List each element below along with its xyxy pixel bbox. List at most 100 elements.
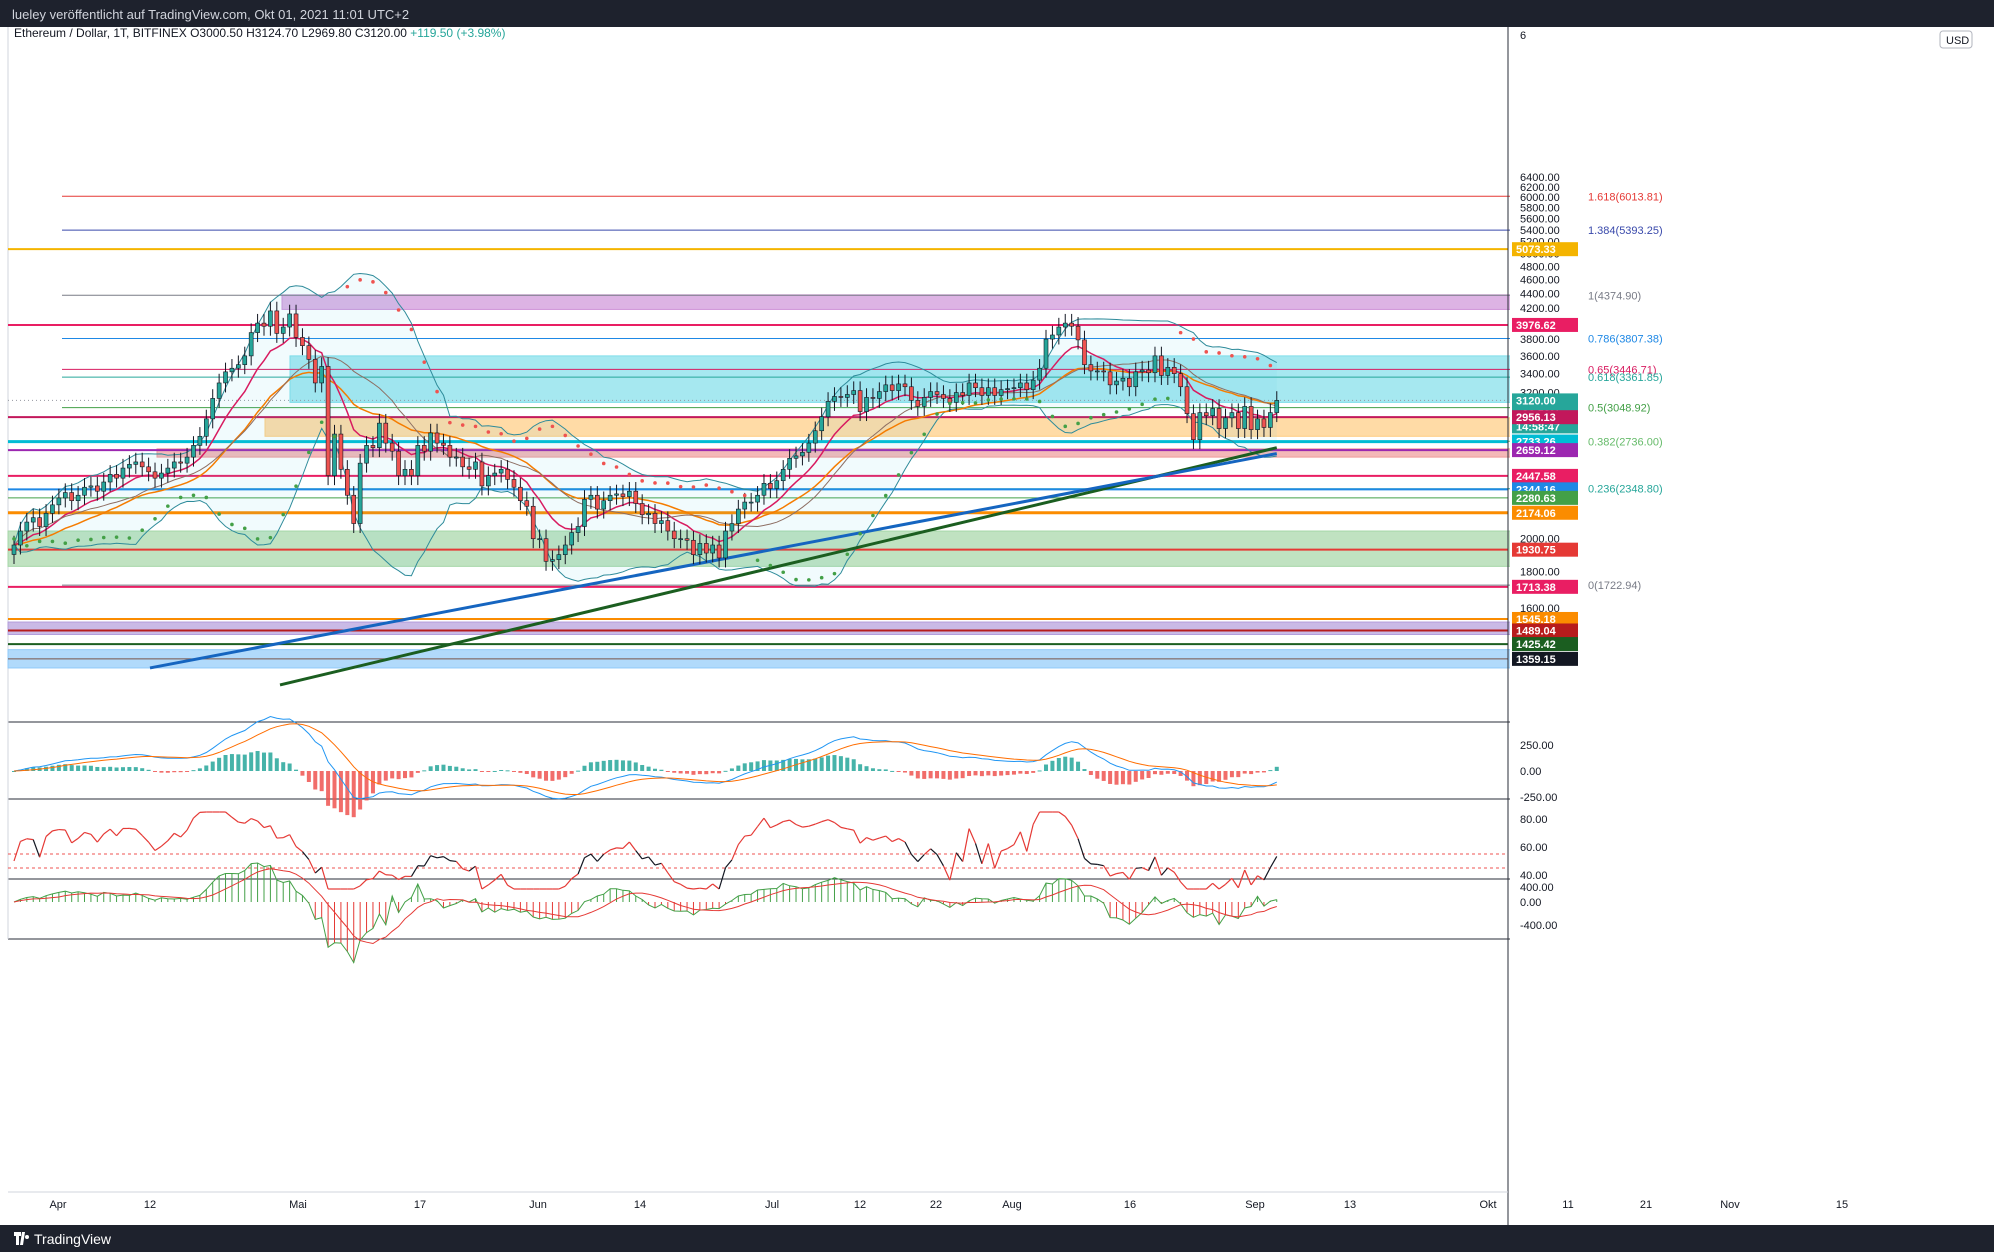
fib-label-6: 0.5(3048.92) bbox=[1588, 403, 1650, 415]
price-axis-tick: 4600.00 bbox=[1520, 275, 1560, 287]
candle-body bbox=[1056, 326, 1062, 336]
candle-body bbox=[986, 387, 991, 396]
candle-body bbox=[627, 490, 632, 497]
price-axis-tick: 5400.00 bbox=[1520, 225, 1560, 237]
rsi-segment bbox=[449, 860, 457, 863]
macd-histogram-bar bbox=[178, 771, 183, 773]
macd-histogram-bar bbox=[191, 770, 196, 772]
macd-histogram-bar bbox=[717, 771, 722, 774]
macd-histogram-bar bbox=[281, 762, 286, 771]
macd-histogram-bar bbox=[242, 754, 247, 771]
candle-body bbox=[210, 398, 216, 420]
macd-histogram-bar bbox=[1127, 771, 1132, 785]
candle-body bbox=[1011, 387, 1017, 390]
macd-histogram-bar bbox=[428, 766, 433, 771]
sar-dot bbox=[1217, 351, 1221, 355]
macd-histogram-bar bbox=[447, 765, 452, 771]
candle-body bbox=[710, 544, 715, 554]
candle-body bbox=[806, 442, 812, 453]
macd-histogram-bar bbox=[640, 764, 645, 771]
price-axis-tick: 3800.00 bbox=[1520, 334, 1560, 346]
candle bbox=[325, 357, 331, 486]
sar-dot bbox=[25, 543, 29, 548]
candle-body bbox=[1191, 413, 1196, 440]
candle-body bbox=[902, 383, 908, 388]
macd-histogram-bar bbox=[127, 767, 132, 771]
price-chart[interactable]: 6400.006200.006000.005800.005600.005400.… bbox=[0, 27, 1994, 1225]
candle-body bbox=[556, 554, 562, 560]
price-axis-tick: 3600.00 bbox=[1520, 351, 1560, 363]
macd-histogram-bar bbox=[697, 771, 702, 775]
sar-dot bbox=[1166, 396, 1170, 401]
sar-dot bbox=[473, 424, 478, 429]
macd-histogram-bar bbox=[672, 771, 677, 773]
sar-dot bbox=[1076, 421, 1080, 426]
candle-body bbox=[652, 513, 658, 524]
candle-body bbox=[95, 485, 100, 492]
sar-dot bbox=[1127, 407, 1132, 411]
sar-dot bbox=[371, 280, 375, 284]
candle-body bbox=[357, 462, 363, 524]
candle-body bbox=[832, 396, 837, 402]
macd-histogram-bar bbox=[1146, 771, 1151, 778]
sar-dot bbox=[627, 472, 632, 477]
macd-histogram-bar bbox=[114, 767, 119, 771]
candle-body bbox=[1037, 367, 1042, 381]
pane-axis-tick: 400.00 bbox=[1520, 882, 1554, 894]
sar-dot bbox=[601, 461, 606, 466]
candle-body bbox=[825, 401, 831, 418]
candle-body bbox=[1216, 408, 1222, 429]
pane-axis-tick: 0.00 bbox=[1520, 766, 1541, 778]
macd-histogram-bar bbox=[120, 767, 125, 771]
fib-label-3: 0.786(3807.38) bbox=[1588, 333, 1663, 345]
sar-dot bbox=[140, 528, 144, 533]
macd-histogram-bar bbox=[383, 771, 388, 781]
candle-body bbox=[1248, 406, 1254, 430]
candle-body bbox=[1024, 382, 1030, 390]
candle-body bbox=[255, 322, 260, 333]
macd-histogram-bar bbox=[1050, 760, 1055, 771]
macd-histogram-bar bbox=[1249, 771, 1254, 775]
macd-histogram-bar bbox=[306, 771, 311, 783]
macd-histogram-bar bbox=[973, 771, 978, 776]
candle-body bbox=[889, 384, 895, 391]
macd-histogram-bar bbox=[627, 760, 632, 771]
macd-histogram-bar bbox=[274, 758, 279, 771]
sar-dot bbox=[1255, 356, 1260, 361]
pane-axis-tick: 0.00 bbox=[1520, 897, 1541, 909]
price-tag: 2280.63 bbox=[1516, 493, 1556, 505]
sar-dot bbox=[1024, 397, 1029, 401]
candle-body bbox=[37, 517, 42, 527]
price-tag: 5073.33 bbox=[1516, 244, 1556, 256]
candle-body bbox=[620, 493, 626, 497]
sar-dot bbox=[704, 483, 709, 487]
sar-dot bbox=[973, 401, 978, 405]
sar-dot bbox=[332, 434, 337, 439]
candle-body bbox=[844, 394, 850, 398]
macd-histogram-bar bbox=[223, 754, 228, 771]
sar-dot bbox=[807, 578, 811, 582]
candle-body bbox=[332, 433, 337, 476]
macd-histogram-bar bbox=[749, 762, 754, 771]
sar-dot bbox=[294, 484, 298, 488]
tradingview-logo-icon bbox=[14, 1232, 29, 1245]
candle-body bbox=[703, 543, 709, 554]
candle-body bbox=[864, 397, 869, 412]
rsi-segment bbox=[129, 827, 136, 830]
candle-body bbox=[306, 345, 312, 360]
macd-histogram-bar bbox=[1255, 771, 1260, 773]
sar-dot bbox=[50, 539, 55, 544]
time-axis-label: Jun bbox=[529, 1199, 547, 1211]
ohlc-part-5: +119.50 (+3.98%) bbox=[407, 27, 506, 40]
candle-body bbox=[479, 461, 485, 487]
candle-body bbox=[671, 530, 677, 540]
candle-body bbox=[1242, 406, 1248, 429]
sar-dot bbox=[101, 535, 106, 540]
macd-histogram-bar bbox=[95, 766, 100, 771]
candle-body bbox=[268, 310, 273, 327]
time-axis-label: 17 bbox=[414, 1199, 426, 1211]
macd-histogram-bar bbox=[960, 771, 965, 779]
macd-histogram-bar bbox=[915, 771, 920, 779]
candle-body bbox=[1043, 338, 1049, 369]
time-axis-label: 21 bbox=[1640, 1199, 1652, 1211]
